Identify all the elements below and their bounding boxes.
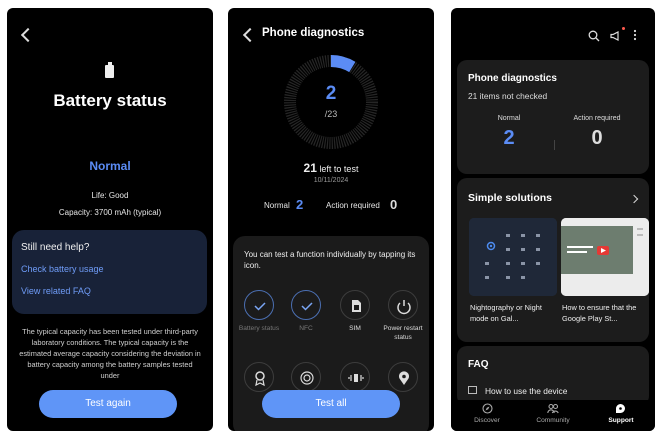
test-fingerprint-button[interactable] [291, 362, 321, 392]
compass-icon[interactable] [482, 403, 493, 414]
help-title: Still need help? [21, 242, 90, 253]
left-count: 21 [303, 161, 317, 175]
play-store-thumbnail [561, 218, 649, 296]
action-required-value: 0 [390, 197, 398, 212]
test-all-button[interactable]: Test all [262, 390, 400, 418]
location-pin-icon [399, 371, 409, 385]
people-icon[interactable] [547, 403, 559, 414]
page-title: Battery status [53, 91, 167, 110]
badge-icon [255, 371, 265, 387]
battery-status-screen: Battery status Normal Life: Good Capacit… [7, 8, 213, 431]
battery-icon [105, 62, 114, 78]
video-thumbnail[interactable] [561, 218, 649, 296]
battery-life: Life: Good [91, 191, 129, 200]
normal-value: 2 [296, 197, 304, 212]
action-required-value: 0 [591, 127, 603, 149]
more-options-icon[interactable] [633, 29, 637, 41]
capacity-description: The typical capacity has been tested und… [19, 327, 201, 380]
test-nfc-button[interactable] [291, 290, 321, 320]
tested-count: 2 [325, 83, 337, 104]
test-power-restart-button[interactable] [388, 290, 418, 320]
phone-diagnostics-card[interactable]: Phone diagnostics 21 items not checked N… [457, 60, 649, 174]
notification-dot [622, 27, 625, 30]
test-battery-button[interactable] [244, 290, 274, 320]
phone-diagnostics-screen: Phone diagnostics 2 /23 21 left to test … [228, 8, 434, 431]
check-icon [301, 302, 313, 311]
battery-status-value: Normal [89, 159, 131, 173]
test-location-button[interactable] [388, 362, 418, 392]
test-sensor-button[interactable] [244, 362, 274, 392]
section-title: Simple solutions [468, 192, 553, 204]
faq-title: FAQ [468, 359, 489, 370]
simple-solutions-card: Simple solutions Nightography or Night m… [457, 178, 649, 342]
test-label: SIM [349, 325, 361, 332]
card-title: Phone diagnostics [468, 73, 557, 84]
search-icon[interactable] [588, 30, 600, 42]
divider [554, 140, 555, 150]
camera-settings-thumbnail [469, 218, 557, 296]
help-card: Still need help? Check battery usage Vie… [12, 230, 207, 314]
normal-label: Normal [264, 201, 290, 210]
page-title: Phone diagnostics [262, 27, 365, 39]
power-icon [397, 300, 411, 315]
nav-discover[interactable]: Discover [462, 417, 512, 424]
test-label: NFC [299, 325, 313, 332]
vibration-icon [348, 374, 364, 382]
test-date: 10/11/2024 [313, 177, 349, 184]
test-again-button[interactable]: Test again [39, 390, 177, 418]
left-to-test: 21 left to test [228, 161, 434, 175]
fingerprint-icon [300, 371, 314, 385]
video-title[interactable]: How to ensure that the Google Play St... [562, 302, 648, 324]
test-label: Battery status [238, 325, 280, 332]
nav-community[interactable]: Community [528, 417, 578, 424]
book-icon [468, 386, 477, 394]
support-icon[interactable] [615, 403, 626, 414]
action-required-label: Action required [573, 115, 621, 122]
video-title[interactable]: Nightography or Night mode on Gal... [470, 302, 556, 324]
check-icon [254, 302, 266, 311]
faq-card: FAQ How to use the device [457, 346, 649, 406]
megaphone-icon[interactable] [609, 30, 621, 42]
test-vibration-button[interactable] [340, 362, 370, 392]
nav-support[interactable]: Support [596, 417, 646, 424]
bottom-navigation: Discover Community Support [451, 400, 655, 431]
video-thumbnail[interactable] [469, 218, 557, 296]
chevron-right-icon[interactable] [629, 194, 639, 204]
test-sim-button[interactable] [340, 290, 370, 320]
normal-value: 2 [503, 127, 515, 149]
items-not-checked: 21 items not checked [468, 91, 548, 101]
check-battery-usage-link[interactable]: Check battery usage [21, 264, 104, 274]
view-related-faq-link[interactable]: View related FAQ [21, 286, 91, 296]
action-required-label: Action required [326, 201, 380, 210]
normal-label: Normal [497, 115, 521, 122]
left-text: left to test [319, 164, 359, 174]
back-arrow-icon[interactable] [20, 27, 36, 43]
test-instructions: You can test a function individually by … [244, 250, 416, 270]
sim-icon [352, 300, 361, 312]
battery-capacity: Capacity: 3700 mAh (typical) [58, 208, 162, 217]
faq-item[interactable]: How to use the device [485, 386, 567, 396]
back-arrow-icon[interactable] [242, 27, 258, 43]
support-screen: Phone diagnostics 21 items not checked N… [451, 8, 655, 431]
total-count: /23 [324, 109, 338, 119]
test-label: Power restart status [383, 325, 423, 341]
